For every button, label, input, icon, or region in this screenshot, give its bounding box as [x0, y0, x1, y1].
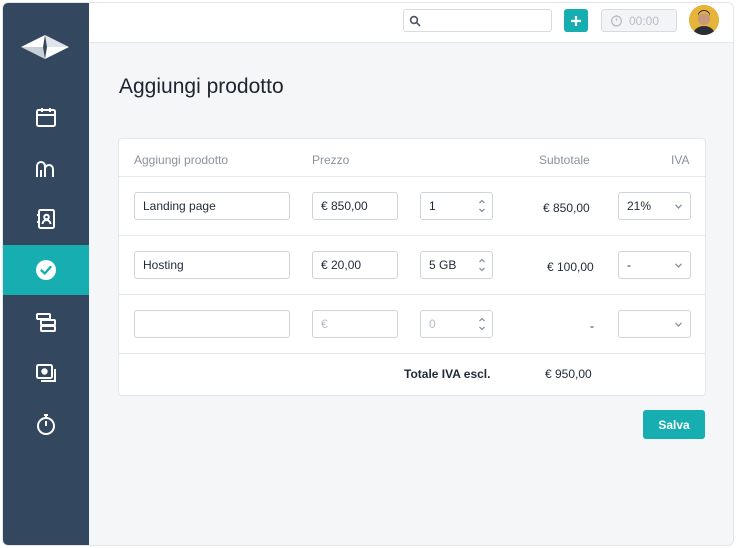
header-subtotal: Subtotale — [539, 153, 590, 167]
total-value: € 950,00 — [545, 367, 592, 381]
topbar: 00:00 — [89, 3, 733, 43]
header-vat: IVA — [671, 153, 690, 167]
subtotal-value: € 850,00 — [543, 201, 590, 215]
sidebar-item-timer[interactable] — [3, 399, 89, 449]
vat-value: - — [627, 258, 631, 272]
sidebar-item-tasks[interactable] — [3, 245, 89, 295]
product-name-input[interactable] — [134, 310, 290, 338]
timer-widget[interactable]: 00:00 — [601, 9, 677, 32]
sidebar — [3, 3, 89, 545]
stopwatch-icon — [37, 414, 55, 435]
quantity-value: 5 GB — [429, 258, 457, 272]
quantity-stepper[interactable]: 5 GB — [420, 251, 493, 279]
table-row: € 0 - — [119, 295, 705, 354]
sidebar-item-contacts[interactable] — [3, 194, 89, 244]
vat-value: 21% — [627, 199, 652, 213]
table-row: Hosting € 20,00 5 GB € 100,00 - — [119, 236, 705, 295]
total-row: Totale IVA escl. € 950,00 — [119, 353, 705, 397]
sidebar-item-calendar[interactable] — [3, 92, 89, 142]
layers-icon — [36, 313, 56, 332]
check-circle-icon — [36, 260, 56, 280]
vat-select[interactable]: 21% — [618, 192, 691, 220]
team-icon — [36, 161, 54, 177]
save-button[interactable]: Salva — [643, 410, 705, 439]
sidebar-item-invoices[interactable] — [3, 348, 89, 398]
invoice-icon — [36, 364, 56, 382]
stepper-arrows-icon[interactable] — [478, 257, 486, 273]
header-product: Aggiungi prodotto — [134, 153, 229, 167]
chevron-down-icon — [675, 204, 682, 209]
stepper-arrows-icon[interactable] — [478, 316, 486, 332]
product-name-input[interactable]: Hosting — [134, 251, 290, 279]
total-label: Totale IVA escl. — [404, 367, 491, 381]
price-input[interactable]: € 850,00 — [312, 192, 398, 220]
stopwatch-icon — [610, 15, 623, 27]
vat-select[interactable] — [618, 310, 691, 338]
product-name-input[interactable]: Landing page — [134, 192, 290, 220]
vat-select[interactable]: - — [618, 251, 691, 279]
app-window: 00:00 Aggiungi prodotto Aggiungi prodott… — [2, 2, 734, 546]
chevron-down-icon — [675, 263, 682, 268]
quantity-value: 1 — [429, 199, 436, 213]
price-input[interactable]: € 20,00 — [312, 251, 398, 279]
chevron-down-icon — [675, 322, 682, 327]
sidebar-item-products[interactable] — [3, 297, 89, 347]
table-row: Landing page € 850,00 1 € 850,00 21% — [119, 177, 705, 236]
add-button[interactable] — [564, 9, 588, 32]
quantity-stepper[interactable]: 0 — [420, 310, 493, 338]
quantity-stepper[interactable]: 1 — [420, 192, 493, 220]
user-avatar-icon — [689, 5, 719, 35]
stepper-arrows-icon[interactable] — [478, 198, 486, 214]
table-header: Aggiungi prodotto Prezzo Subtotale IVA — [119, 139, 705, 177]
plus-icon — [571, 15, 581, 26]
page-title: Aggiungi prodotto — [119, 75, 284, 98]
subtotal-value: - — [590, 319, 594, 333]
timer-value: 00:00 — [629, 13, 660, 28]
calendar-icon — [36, 108, 56, 127]
price-input[interactable]: € — [312, 310, 398, 338]
header-price: Prezzo — [312, 153, 350, 167]
search-input[interactable] — [403, 9, 552, 32]
avatar[interactable] — [689, 5, 719, 35]
sidebar-item-team[interactable] — [3, 143, 89, 193]
logo-icon — [21, 35, 69, 59]
subtotal-value: € 100,00 — [547, 260, 594, 274]
contacts-icon — [37, 209, 55, 229]
quantity-value: 0 — [429, 317, 436, 331]
product-table: Aggiungi prodotto Prezzo Subtotale IVA L… — [118, 138, 706, 396]
search-icon — [409, 15, 421, 27]
